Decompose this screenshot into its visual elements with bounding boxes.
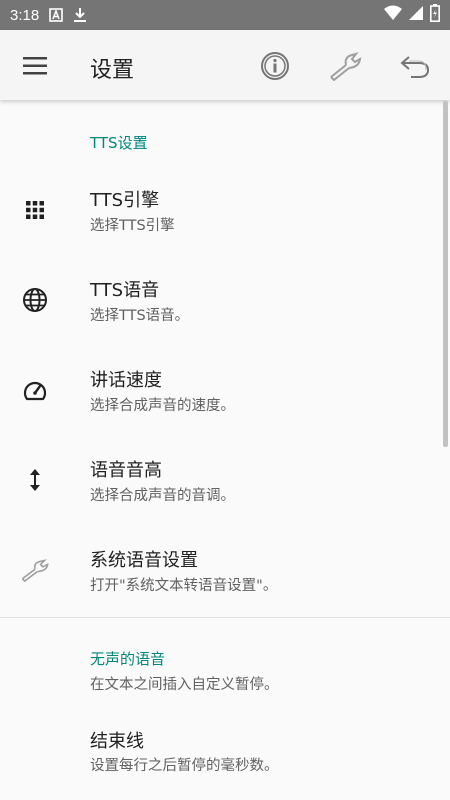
text-notification-icon bbox=[49, 8, 64, 22]
info-icon[interactable] bbox=[257, 48, 293, 84]
signal-icon bbox=[408, 5, 424, 25]
pref-tts-voice[interactable]: TTS语音 选择TTS语音。 bbox=[0, 260, 440, 340]
app-toolbar: 设置 bbox=[0, 30, 450, 100]
pref-summary: 在文本之间插入自定义暂停。 bbox=[90, 677, 279, 693]
speedometer-icon bbox=[20, 350, 50, 430]
pref-title: 系统语音设置 bbox=[90, 550, 198, 571]
vertical-arrows-icon bbox=[20, 440, 50, 520]
globe-icon bbox=[20, 260, 50, 340]
wifi-icon bbox=[384, 5, 402, 25]
battery-icon bbox=[430, 4, 440, 26]
pref-summary: 设置每行之后暂停的毫秒数。 bbox=[90, 758, 279, 774]
section-header-silence: 无声的语音 bbox=[90, 650, 166, 668]
download-icon bbox=[73, 7, 87, 23]
wrench-icon bbox=[20, 530, 50, 610]
pref-speech-rate[interactable]: 讲话速度 选择合成声音的速度。 bbox=[0, 350, 440, 430]
pref-title: 结束线 bbox=[90, 731, 144, 752]
pref-silence-category[interactable]: 无声的语音 在文本之间插入自定义暂停。 bbox=[0, 640, 440, 700]
pref-end-line[interactable]: 结束线 设置每行之后暂停的毫秒数。 bbox=[0, 712, 440, 792]
pref-title: 语音音高 bbox=[90, 460, 162, 481]
scrollbar[interactable] bbox=[443, 101, 448, 447]
pref-system-tts-settings[interactable]: 系统语音设置 打开"系统文本转语音设置"。 bbox=[0, 530, 440, 610]
pref-title: 讲话速度 bbox=[90, 370, 162, 391]
pref-summary: 选择合成声音的速度。 bbox=[90, 398, 235, 414]
pref-summary: 选择合成声音的音调。 bbox=[90, 488, 235, 504]
pref-title: TTS语音 bbox=[90, 280, 160, 301]
undo-icon[interactable] bbox=[397, 48, 433, 84]
wrench-icon[interactable] bbox=[327, 48, 363, 84]
pref-title: TTS引擎 bbox=[90, 190, 160, 211]
pref-speech-pitch[interactable]: 语音音高 选择合成声音的音调。 bbox=[0, 440, 440, 520]
pref-tts-engine[interactable]: TTS引擎 选择TTS引擎 bbox=[0, 170, 440, 250]
status-time: 3:18 bbox=[10, 6, 40, 24]
page-title: 设置 bbox=[90, 58, 135, 83]
pref-summary: 选择TTS引擎 bbox=[90, 218, 175, 234]
section-header-tts: TTS设置 bbox=[90, 134, 148, 152]
menu-icon[interactable] bbox=[17, 48, 53, 84]
grid-icon bbox=[20, 170, 50, 250]
pref-summary: 选择TTS语音。 bbox=[90, 308, 190, 324]
status-bar: 3:18 bbox=[0, 0, 450, 30]
section-divider bbox=[0, 617, 450, 618]
pref-summary: 打开"系统文本转语音设置"。 bbox=[90, 578, 278, 594]
